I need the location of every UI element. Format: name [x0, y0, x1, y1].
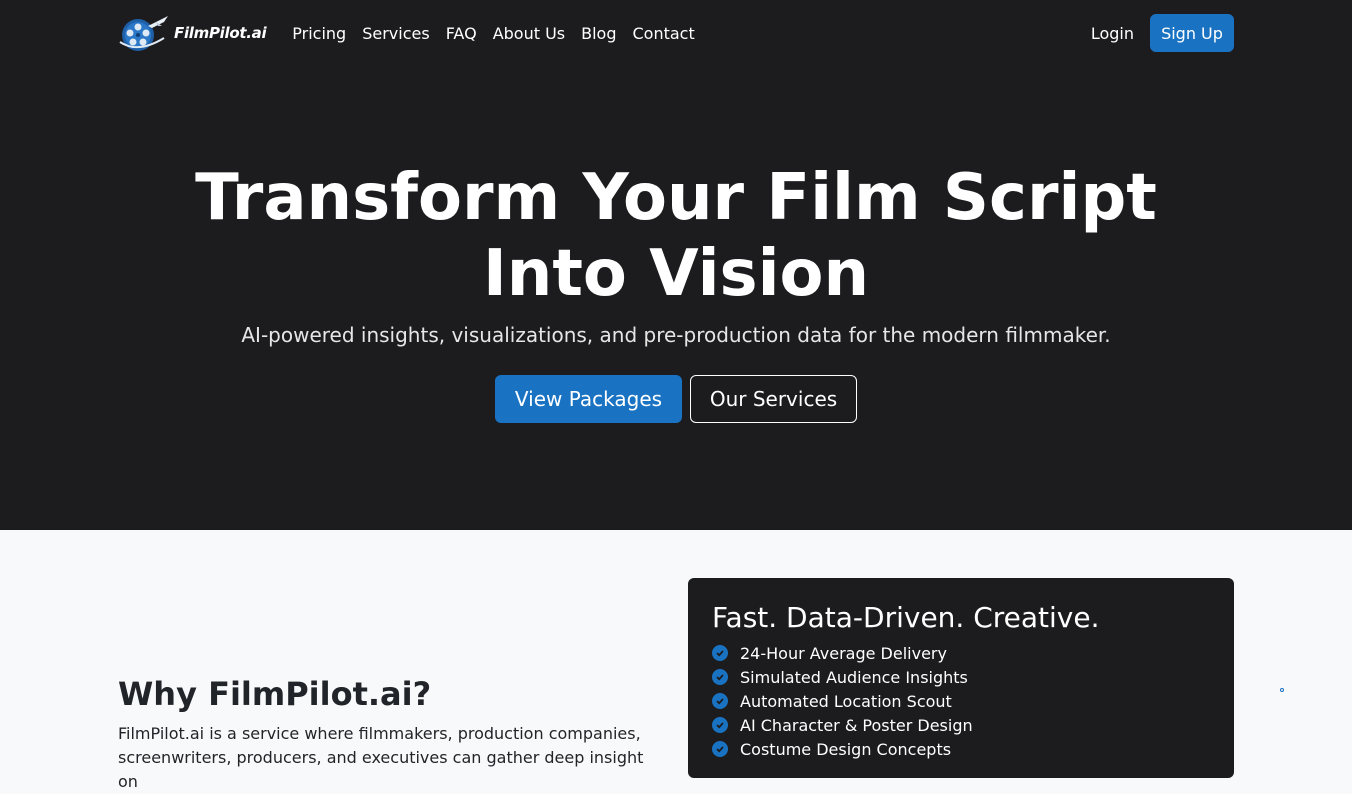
nav-link-services[interactable]: Services	[354, 24, 437, 43]
nav-link-contact[interactable]: Contact	[625, 24, 703, 43]
nav-auth: Login Sign Up	[1091, 14, 1234, 52]
feature-item: Costume Design Concepts	[712, 737, 1210, 761]
brand-name: FilmPilot.ai	[174, 24, 267, 42]
feature-item: 24-Hour Average Delivery	[712, 641, 1210, 665]
check-circle-icon	[712, 741, 728, 757]
feature-item: Automated Location Scout	[712, 689, 1210, 713]
hero-content: Transform Your Film Script Into Vision A…	[0, 160, 1352, 423]
hero-buttons: View Packages Our Services	[0, 375, 1352, 423]
nav-link-about-us[interactable]: About Us	[485, 24, 573, 43]
feature-item: Simulated Audience Insights	[712, 665, 1210, 689]
why-body: FilmPilot.ai is a service where filmmake…	[118, 724, 644, 791]
navbar: FilmPilot.ai Pricing Services FAQ About …	[118, 0, 1234, 66]
view-packages-button[interactable]: View Packages	[495, 375, 682, 423]
hero-section: FilmPilot.ai Pricing Services FAQ About …	[0, 0, 1352, 530]
features-card-title: Fast. Data-Driven. Creative.	[712, 601, 1100, 634]
feature-item: AI Character & Poster Design	[712, 713, 1210, 737]
nav-link-faq[interactable]: FAQ	[438, 24, 485, 43]
check-circle-icon	[712, 645, 728, 661]
check-circle-icon	[712, 717, 728, 733]
why-section: Why FilmPilot.ai? FilmPilot.ai is a serv…	[118, 674, 648, 794]
film-reel-icon	[119, 16, 168, 51]
our-services-button[interactable]: Our Services	[690, 375, 857, 423]
decorative-dot	[1280, 688, 1284, 692]
nav-links: Pricing Services FAQ About Us Blog Conta…	[284, 24, 702, 43]
check-circle-icon	[712, 693, 728, 709]
hero-subtitle: AI-powered insights, visualizations, and…	[241, 323, 1111, 347]
why-heading: Why FilmPilot.ai?	[118, 675, 432, 713]
sign-up-button[interactable]: Sign Up	[1150, 14, 1234, 52]
login-link[interactable]: Login	[1091, 24, 1134, 43]
features-card: Fast. Data-Driven. Creative. 24-Hour Ave…	[688, 578, 1234, 778]
check-circle-icon	[712, 669, 728, 685]
logo[interactable]: FilmPilot.ai	[118, 13, 267, 53]
hero-title: Transform Your Film Script Into Vision	[195, 161, 1157, 311]
nav-link-blog[interactable]: Blog	[573, 24, 624, 43]
features-list: 24-Hour Average Delivery Simulated Audie…	[712, 641, 1210, 761]
nav-link-pricing[interactable]: Pricing	[284, 24, 354, 43]
